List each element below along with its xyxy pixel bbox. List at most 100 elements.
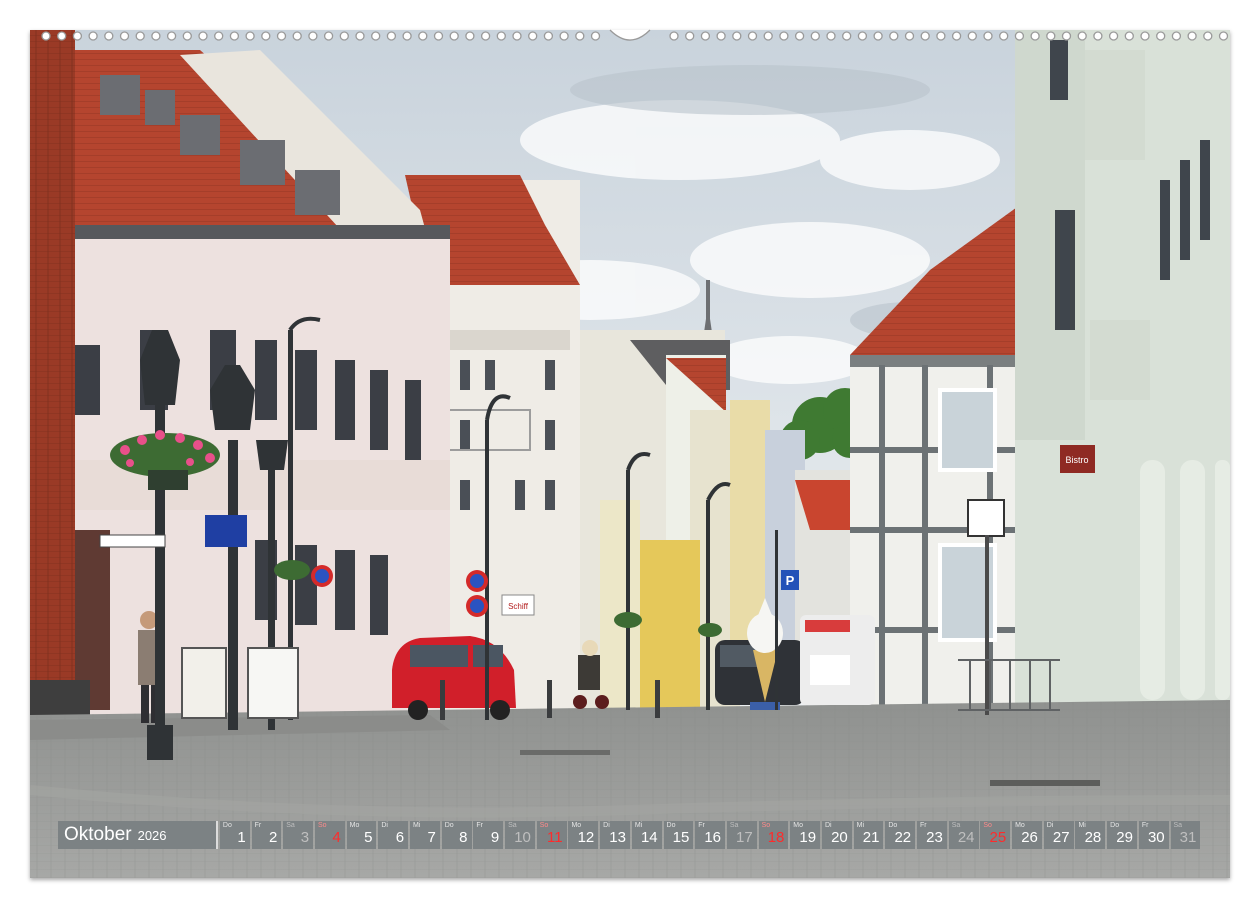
red-car [392,636,516,720]
binding-ring [308,31,318,41]
binding-ring [339,31,349,41]
binding-ring [951,31,962,41]
binding-ring [999,31,1009,41]
weekday-abbrev: Do [444,822,454,829]
binding-ring [119,31,130,41]
binding-ring [355,31,365,41]
day-number: 14 [640,829,658,846]
day-number: 8 [459,829,468,846]
month-label: Oktober 2026 [58,821,218,849]
weekday-abbrev: Mo [349,822,360,829]
binding-ring [967,31,977,41]
day-cell: Mo 5 [346,821,377,849]
day-number: 31 [1179,829,1197,846]
binding-ring [433,31,444,41]
binding-ring [41,31,51,41]
cafe-sign-text: Schiff [508,602,529,611]
binding-ring [104,31,114,41]
binding-ring [873,31,883,41]
binding-ring [151,31,161,41]
binding-ring [276,31,287,41]
binding-ring [575,31,585,41]
day-cell: Do 22 [885,821,916,849]
day-number: 25 [989,829,1007,846]
calendar-photo: Bistro Schiff P [30,30,1230,878]
binding-ring [480,31,491,41]
day-number: 9 [490,829,500,846]
day-cell: Mo 19 [790,821,821,849]
weekday-abbrev: Do [222,822,232,829]
binding-ring [889,31,899,41]
day-cell: Mo 12 [568,821,599,849]
binding-ring [386,31,397,41]
binding-ring [1156,31,1166,41]
binding-ring [371,31,381,41]
binding-ring [1171,31,1182,41]
binding-ring [292,31,302,41]
day-number: 6 [395,829,405,846]
day-cell: So 25 [980,821,1011,849]
binding-ring [72,31,83,41]
binding-ring [590,31,601,41]
binding-ring [810,31,820,41]
day-number: 3 [300,829,310,846]
binding-ring [857,31,868,41]
binding-ring [1140,31,1150,41]
day-cell: Sa 31 [1170,821,1201,849]
day-cell: Do 15 [663,821,694,849]
binding-ring [245,31,255,41]
day-cell: Sa 17 [726,821,757,849]
binding-ring [920,31,930,41]
day-cell: Mi 21 [853,821,884,849]
day-cell: Di 27 [1043,821,1074,849]
day-number: 11 [546,829,563,846]
binding-ring [904,31,915,41]
binding-ring [983,31,993,41]
binding-ring [1030,31,1040,41]
day-number: 1 [237,829,246,846]
binding-ring [1203,31,1213,41]
binding-ring [1061,31,1072,41]
day-number: 12 [577,829,595,846]
day-number: 15 [672,829,690,846]
day-number: 16 [704,829,721,846]
day-number: 29 [1116,829,1133,846]
binding-ring [842,31,852,41]
day-cell: Mi 7 [410,821,440,849]
binding-ring [1046,31,1056,41]
binding-ring [700,31,711,41]
weekday-abbrev: Fr [254,822,262,829]
binding-ring [512,31,522,41]
day-cell: So 11 [536,821,567,849]
day-number: 5 [364,829,373,846]
day-number: 24 [957,829,975,846]
weekday-abbrev: Sa [286,822,295,829]
binding-ring [559,31,569,41]
day-cell: Mi 14 [631,821,662,849]
day-cell: Sa 24 [948,821,979,849]
binding-ring [135,31,145,41]
binding-ring [166,31,177,41]
parking-sign-text: P [786,573,795,588]
binding-ring [826,31,836,41]
day-cell: Fr 2 [251,821,282,849]
binding-ring [732,31,742,41]
binding-ring [685,31,695,41]
binding-ring [261,31,271,41]
day-number: 21 [862,829,880,846]
day-cell: Do 29 [1107,821,1137,849]
binding-ring [1124,31,1134,41]
day-cell: Fr 16 [695,821,725,849]
day-number: 17 [736,829,753,846]
day-number: 19 [799,829,817,846]
binding-ring [716,31,726,41]
day-number: 23 [926,829,943,846]
day-cell: Mo 26 [1012,821,1042,849]
binding-ring [449,31,459,41]
day-cell: Fr 30 [1138,821,1169,849]
day-number: 27 [1052,829,1070,846]
day-number: 26 [1021,829,1038,846]
binding-ring [669,31,679,41]
binding-ring [1077,31,1087,41]
binding-ring [402,31,412,41]
